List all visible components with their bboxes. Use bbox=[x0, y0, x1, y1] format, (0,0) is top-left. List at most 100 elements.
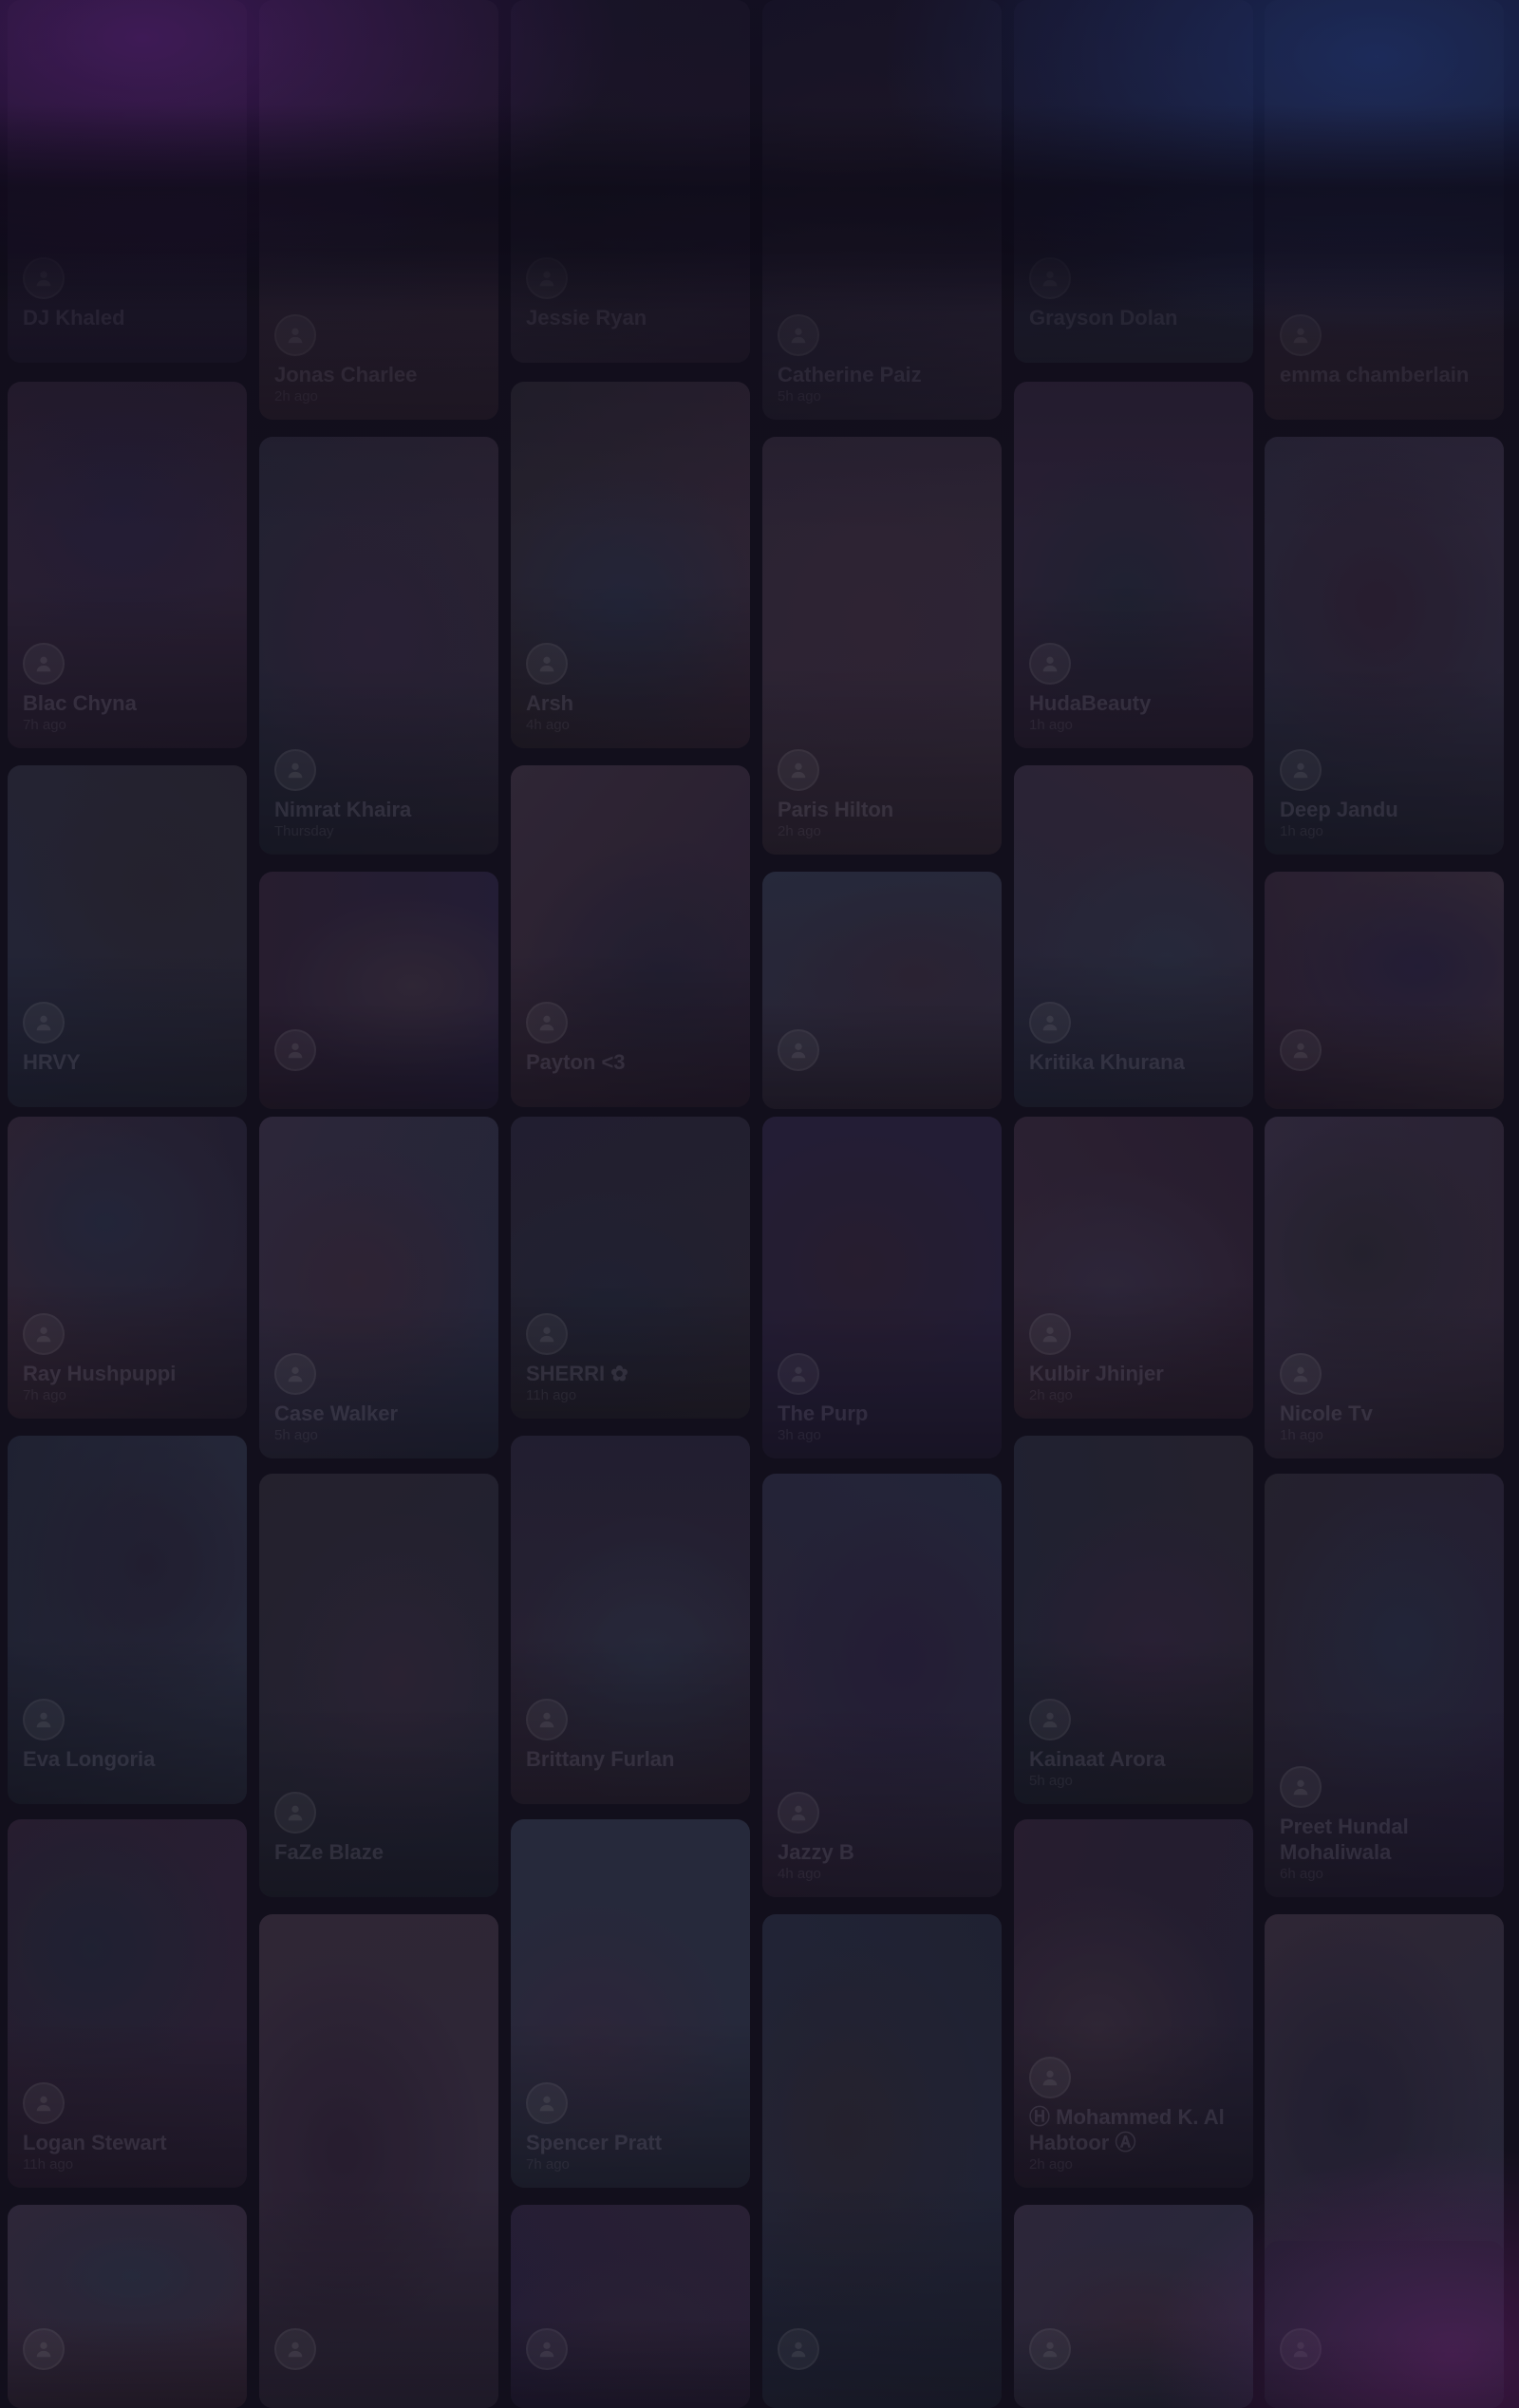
avatar-icon[interactable] bbox=[1280, 749, 1322, 791]
story-card[interactable]: HudaBeauty 1h ago bbox=[1014, 382, 1253, 748]
avatar-icon[interactable] bbox=[23, 643, 65, 685]
story-card[interactable] bbox=[511, 2205, 750, 2408]
avatar-icon[interactable] bbox=[1280, 2328, 1322, 2370]
story-name: Nimrat Khaira bbox=[274, 798, 412, 821]
story-card[interactable]: Catherine Paiz 5h ago bbox=[762, 0, 1002, 420]
story-time: 2h ago bbox=[274, 388, 318, 404]
story-card[interactable] bbox=[762, 872, 1002, 1109]
story-time: 2h ago bbox=[1029, 2156, 1073, 2173]
avatar-icon[interactable] bbox=[1029, 1699, 1071, 1740]
story-card[interactable]: Kulbir Jhinjer 2h ago bbox=[1014, 1117, 1253, 1419]
avatar-icon[interactable] bbox=[778, 1353, 819, 1395]
story-time: 3h ago bbox=[778, 1427, 821, 1443]
story-name: FaZe Blaze bbox=[274, 1840, 384, 1864]
avatar-icon[interactable] bbox=[526, 2328, 568, 2370]
avatar-icon[interactable] bbox=[1029, 2057, 1071, 2098]
avatar-icon[interactable] bbox=[1280, 1029, 1322, 1071]
story-name: Blac Chyna bbox=[23, 691, 137, 715]
story-card[interactable]: Blac Chyna 7h ago bbox=[8, 382, 247, 748]
avatar-icon[interactable] bbox=[778, 314, 819, 356]
story-card[interactable] bbox=[1265, 2241, 1504, 2408]
story-name: Kainaat Arora bbox=[1029, 1747, 1166, 1771]
story-info: Payton <3 bbox=[526, 1002, 739, 1094]
story-card[interactable]: Brittany Furlan bbox=[511, 1436, 750, 1804]
story-name: Kritika Khurana bbox=[1029, 1050, 1185, 1074]
avatar-icon[interactable] bbox=[1280, 314, 1322, 356]
story-name: Brittany Furlan bbox=[526, 1747, 675, 1771]
story-card[interactable]: Jonas Charlee 2h ago bbox=[259, 0, 498, 420]
story-info: Deep Jandu 1h ago bbox=[1280, 749, 1492, 841]
story-card[interactable]: Jazzy B 4h ago bbox=[762, 1474, 1002, 1897]
avatar-icon[interactable] bbox=[274, 2328, 316, 2370]
story-card[interactable]: Case Walker 5h ago bbox=[259, 1117, 498, 1458]
story-card[interactable]: Ⓗ Mohammed K. Al Habtoor Ⓐ 2h ago bbox=[1014, 1819, 1253, 2188]
avatar-icon[interactable] bbox=[23, 2082, 65, 2124]
avatar-icon[interactable] bbox=[23, 1002, 65, 1044]
story-card[interactable]: Arsh 4h ago bbox=[511, 382, 750, 748]
story-card[interactable]: Deep Jandu 1h ago bbox=[1265, 437, 1504, 855]
story-card[interactable]: Payton <3 bbox=[511, 765, 750, 1107]
avatar-icon[interactable] bbox=[1029, 643, 1071, 685]
story-name: Kulbir Jhinjer bbox=[1029, 1362, 1164, 1385]
story-card[interactable]: Ray Hushpuppi 7h ago bbox=[8, 1117, 247, 1419]
avatar-icon[interactable] bbox=[778, 1792, 819, 1834]
story-name: Jessie Ryan bbox=[526, 306, 647, 329]
avatar-icon[interactable] bbox=[274, 1029, 316, 1071]
story-card[interactable]: Logan Stewart 11h ago bbox=[8, 1819, 247, 2188]
avatar-icon[interactable] bbox=[23, 2328, 65, 2370]
avatar-icon[interactable] bbox=[1029, 2328, 1071, 2370]
avatar-icon[interactable] bbox=[526, 1699, 568, 1740]
story-info: Jazzy B 4h ago bbox=[778, 1792, 990, 1884]
story-card[interactable] bbox=[259, 872, 498, 1109]
story-card[interactable] bbox=[1265, 872, 1504, 1109]
story-card[interactable] bbox=[259, 1914, 498, 2408]
avatar-icon[interactable] bbox=[274, 1353, 316, 1395]
avatar-icon[interactable] bbox=[1280, 1353, 1322, 1395]
avatar-icon[interactable] bbox=[526, 1313, 568, 1355]
story-card[interactable] bbox=[8, 2205, 247, 2408]
avatar-icon[interactable] bbox=[778, 749, 819, 791]
story-card[interactable]: DJ Khaled bbox=[8, 0, 247, 363]
story-card[interactable] bbox=[762, 1914, 1002, 2408]
story-card[interactable]: Nimrat Khaira Thursday bbox=[259, 437, 498, 855]
avatar-icon[interactable] bbox=[526, 643, 568, 685]
story-card[interactable]: FaZe Blaze bbox=[259, 1474, 498, 1897]
story-card[interactable]: Jessie Ryan bbox=[511, 0, 750, 363]
story-card[interactable]: SHERRI ✿ 11h ago bbox=[511, 1117, 750, 1419]
story-card[interactable]: Kainaat Arora 5h ago bbox=[1014, 1436, 1253, 1804]
story-name: Ray Hushpuppi bbox=[23, 1362, 177, 1385]
story-card[interactable]: Preet Hundal Mohaliwala 6h ago bbox=[1265, 1474, 1504, 1897]
avatar-icon[interactable] bbox=[274, 314, 316, 356]
avatar-icon[interactable] bbox=[526, 1002, 568, 1044]
avatar-icon[interactable] bbox=[274, 1792, 316, 1834]
avatar-icon[interactable] bbox=[778, 1029, 819, 1071]
avatar-icon[interactable] bbox=[526, 257, 568, 299]
story-name: Paris Hilton bbox=[778, 798, 894, 821]
story-card[interactable]: Nicole Tv 1h ago bbox=[1265, 1117, 1504, 1458]
avatar-icon[interactable] bbox=[274, 749, 316, 791]
story-time: 5h ago bbox=[274, 1427, 318, 1443]
avatar-icon[interactable] bbox=[526, 2082, 568, 2124]
story-card[interactable]: Eva Longoria bbox=[8, 1436, 247, 1804]
story-name: Eva Longoria bbox=[23, 1747, 156, 1771]
story-name: Catherine Paiz bbox=[778, 363, 922, 386]
avatar-icon[interactable] bbox=[1280, 1766, 1322, 1808]
story-card[interactable]: HRVY bbox=[8, 765, 247, 1107]
story-time: 11h ago bbox=[23, 2156, 74, 2173]
avatar-icon[interactable] bbox=[23, 1313, 65, 1355]
story-info: Nicole Tv 1h ago bbox=[1280, 1353, 1492, 1445]
story-card[interactable]: Grayson Dolan bbox=[1014, 0, 1253, 363]
story-card[interactable]: The Purp 3h ago bbox=[762, 1117, 1002, 1458]
avatar-icon[interactable] bbox=[778, 2328, 819, 2370]
avatar-icon[interactable] bbox=[1029, 1002, 1071, 1044]
story-time: 1h ago bbox=[1280, 1427, 1323, 1443]
story-card[interactable]: Paris Hilton 2h ago bbox=[762, 437, 1002, 855]
avatar-icon[interactable] bbox=[23, 257, 65, 299]
story-card[interactable] bbox=[1014, 2205, 1253, 2408]
story-card[interactable]: emma chamberlain bbox=[1265, 0, 1504, 420]
story-card[interactable]: Spencer Pratt 7h ago bbox=[511, 1819, 750, 2188]
story-card[interactable]: Kritika Khurana bbox=[1014, 765, 1253, 1107]
avatar-icon[interactable] bbox=[1029, 257, 1071, 299]
avatar-icon[interactable] bbox=[23, 1699, 65, 1740]
avatar-icon[interactable] bbox=[1029, 1313, 1071, 1355]
